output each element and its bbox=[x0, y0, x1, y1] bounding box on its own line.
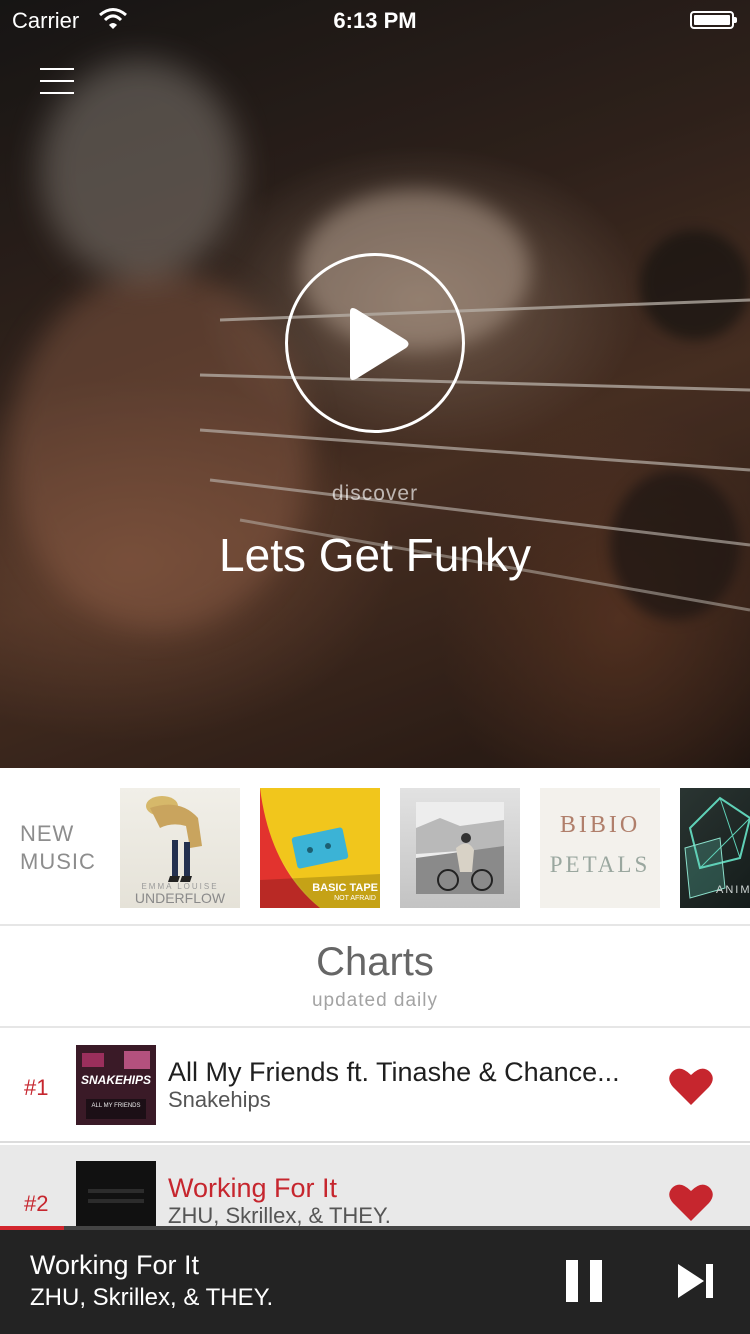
new-music-label: NEW MUSIC bbox=[20, 820, 96, 876]
clock-label: 6:13 PM bbox=[333, 8, 417, 33]
status-bar: Carrier 6:13 PM bbox=[0, 0, 750, 40]
track-artwork-title: SNAKEHIPS bbox=[80, 1073, 151, 1087]
album-cover-title: UNDERFLOW bbox=[134, 890, 226, 906]
chart-rank: #1 bbox=[24, 1075, 49, 1100]
charts-title: Charts bbox=[316, 940, 434, 984]
hero-title: Lets Get Funky bbox=[219, 529, 531, 581]
track-artist: ZHU, Skrillex, & THEY. bbox=[168, 1203, 391, 1227]
track-artwork: SNAKEHIPS ALL MY FRIENDS bbox=[76, 1045, 156, 1125]
battery-icon bbox=[690, 11, 737, 29]
now-playing-title: Working For It bbox=[30, 1250, 200, 1280]
chart-row[interactable]: #1 SNAKEHIPS ALL MY FRIENDS All My Frien… bbox=[0, 1029, 750, 1143]
now-playing-artist: ZHU, Skrillex, & THEY. bbox=[30, 1284, 274, 1311]
album-cover-title: NOT AFRAID bbox=[334, 895, 376, 902]
album-cover-title: ANIMA bbox=[716, 884, 750, 896]
album-cover-basic-tape[interactable]: BASIC TAPE NOT AFRAID bbox=[260, 788, 380, 908]
track-title: All My Friends ft. Tinashe & Chance... bbox=[168, 1057, 620, 1087]
album-cover-bibio-petals[interactable]: BIBIO PETALS bbox=[540, 788, 660, 908]
track-artist: Snakehips bbox=[168, 1087, 271, 1112]
album-cover-bicycle[interactable] bbox=[400, 788, 520, 908]
track-artwork bbox=[76, 1161, 156, 1227]
now-playing-bar[interactable]: Working For It ZHU, Skrillex, & THEY. bbox=[0, 1230, 750, 1334]
charts-subtitle: updated daily bbox=[311, 990, 439, 1011]
album-cover-underflow[interactable]: EMMA LOUISE UNDERFLOW bbox=[120, 788, 240, 908]
chart-row[interactable]: #2 Working For It ZHU, Skrillex, & THEY. bbox=[0, 1145, 750, 1227]
new-music-label-line1: NEW bbox=[20, 821, 75, 846]
album-cover-artist: BASIC TAPE bbox=[312, 882, 378, 894]
hero-kicker: discover bbox=[331, 482, 419, 505]
play-icon bbox=[350, 308, 409, 380]
track-title: Working For It bbox=[168, 1173, 338, 1203]
play-button[interactable] bbox=[285, 253, 465, 433]
chart-rank: #2 bbox=[24, 1191, 49, 1216]
album-cover-artist: BIBIO bbox=[559, 812, 641, 838]
skip-next-icon[interactable] bbox=[676, 1262, 716, 1300]
album-art bbox=[76, 1161, 156, 1227]
hero-banner[interactable]: Carrier 6:13 PM discover Lets Get Funky bbox=[0, 0, 750, 768]
new-music-carousel[interactable]: NEW MUSIC EMMA LOUISE UNDERFLOW BASIC TA… bbox=[0, 768, 750, 926]
track-artwork-sub: ALL MY FRIENDS bbox=[91, 1103, 141, 1109]
album-art bbox=[416, 802, 504, 894]
pause-icon[interactable] bbox=[564, 1260, 604, 1302]
album-cover-title: PETALS bbox=[549, 852, 651, 877]
album-cover-anima[interactable]: ANIMA bbox=[680, 788, 750, 908]
heart-icon[interactable] bbox=[668, 1065, 714, 1107]
heart-icon[interactable] bbox=[668, 1181, 714, 1223]
hamburger-menu-icon[interactable] bbox=[40, 66, 76, 96]
new-music-label-line2: MUSIC bbox=[20, 849, 96, 874]
charts-header: Charts updated daily bbox=[0, 928, 750, 1028]
